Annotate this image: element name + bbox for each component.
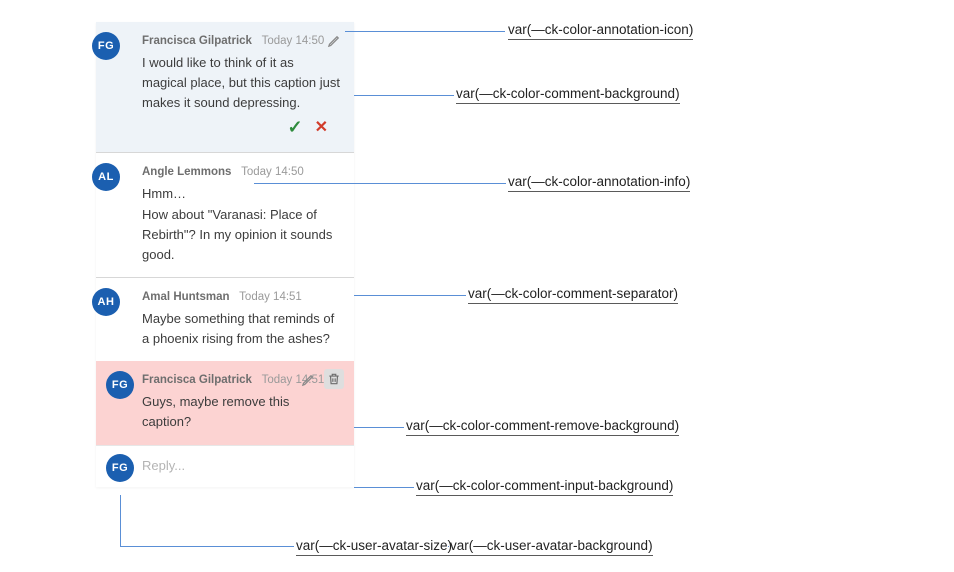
callout-avatar-size: var(—ck-user-avatar-size) <box>296 538 452 556</box>
avatar: AL <box>92 163 120 191</box>
comment-time: Today 14:51 <box>239 291 302 303</box>
callout-annotation-icon: var(—ck-color-annotation-icon) <box>508 22 693 40</box>
reply-box[interactable]: FG Reply... <box>96 445 354 487</box>
comment-item: AH Amal Huntsman Today 14:51 Maybe somet… <box>96 277 354 361</box>
callout-comment-separator: var(—ck-color-comment-separator) <box>468 286 678 304</box>
leader-line <box>354 487 414 488</box>
pencil-icon[interactable] <box>324 30 344 50</box>
callout-comment-background: var(—ck-color-comment-background) <box>456 86 680 104</box>
leader-line <box>354 427 404 428</box>
comment-body: Guys, maybe remove this caption? <box>142 392 342 432</box>
pencil-icon[interactable] <box>298 369 318 389</box>
comment-time: Today 14:50 <box>262 35 325 47</box>
callout-remove-background: var(—ck-color-comment-remove-background) <box>406 418 679 436</box>
callout-avatar-background: var(—ck-user-avatar-background) <box>450 538 653 556</box>
leader-line <box>254 183 506 184</box>
check-icon[interactable]: ✓ <box>288 117 303 138</box>
comment-author: Amal Huntsman <box>142 291 230 303</box>
leader-line <box>448 546 449 547</box>
comment-time: Today 14:50 <box>241 166 304 178</box>
comment-author: Francisca Gilpatrick <box>142 35 252 47</box>
trash-icon[interactable] <box>324 369 344 389</box>
leader-line <box>120 546 294 547</box>
leader-line <box>354 295 466 296</box>
comment-body: I would like to think of it as magical p… <box>142 53 342 113</box>
close-icon[interactable]: ✕ <box>315 117 328 138</box>
comment-author: Angle Lemmons <box>142 166 231 178</box>
comment-item: FG Francisca Gilpatrick Today 14:50 I wo… <box>96 22 354 152</box>
avatar: FG <box>106 371 134 399</box>
leader-line <box>345 31 505 32</box>
leader-line <box>120 495 121 546</box>
comment-author: Francisca Gilpatrick <box>142 374 252 386</box>
leader-line <box>354 95 454 96</box>
callout-input-background: var(—ck-color-comment-input-background) <box>416 478 673 496</box>
comment-item-remove: FG Francisca Gilpatrick Today 14:51 Guys… <box>96 361 354 444</box>
avatar: FG <box>106 454 134 482</box>
comment-body: Maybe something that reminds of a phoeni… <box>142 309 342 349</box>
callout-annotation-info: var(—ck-color-annotation-info) <box>508 174 690 192</box>
comment-body: Hmm… How about "Varanasi: Place of Rebir… <box>142 184 342 265</box>
avatar: FG <box>92 32 120 60</box>
reply-placeholder: Reply... <box>142 458 185 473</box>
comment-thread-panel: FG Francisca Gilpatrick Today 14:50 I wo… <box>96 22 354 487</box>
comment-item: AL Angle Lemmons Today 14:50 Hmm… How ab… <box>96 152 354 277</box>
avatar: AH <box>92 288 120 316</box>
